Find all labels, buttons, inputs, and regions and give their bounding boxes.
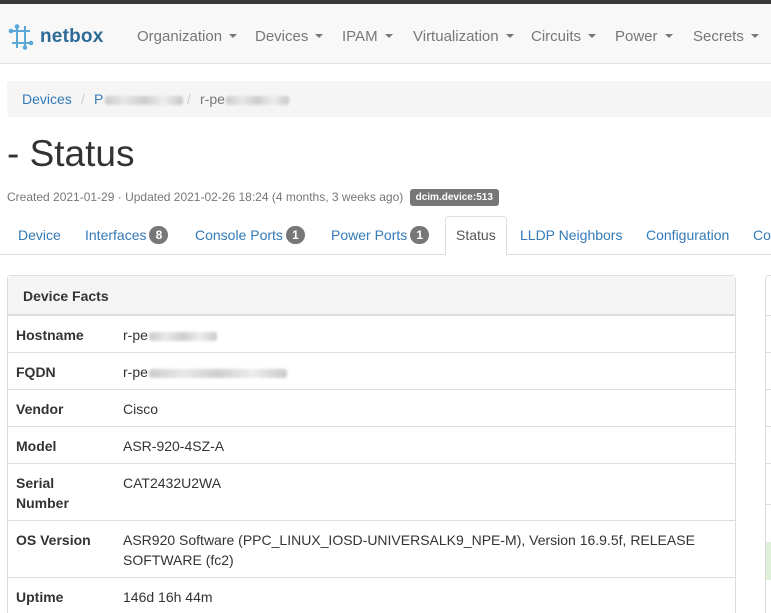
tab-label: Status	[456, 227, 496, 243]
caret-down-icon	[315, 34, 324, 39]
fact-value: Cisco	[123, 401, 159, 417]
divider	[766, 315, 771, 316]
fact-value: CAT2432U2WA	[123, 475, 222, 491]
fact-value: ASR920 Software (PPC_LINUX_IOSD-UNIVERSA…	[123, 532, 695, 568]
table-row: Vendor Cisco	[8, 389, 735, 426]
page-title: - Status	[7, 133, 135, 174]
divider	[766, 352, 771, 353]
hostname-prefix: r-pe	[123, 327, 148, 343]
fact-key: Hostname	[16, 327, 84, 343]
nav-secrets[interactable]: Secrets	[693, 28, 759, 45]
tab-label: LLDP Neighbors	[520, 227, 623, 243]
tab-power-ports[interactable]: Power Ports 1	[331, 216, 430, 255]
divider	[766, 504, 771, 505]
caret-down-icon	[664, 34, 673, 39]
nav-power[interactable]: Power	[615, 28, 673, 45]
breadcrumb-site-initial: P	[94, 91, 104, 107]
table-row: FQDN r-pe	[8, 352, 735, 389]
tab-label: Power Ports	[331, 227, 408, 243]
tab-configuration[interactable]: Configuration	[646, 216, 729, 255]
page-meta: Created 2021-01-29 · Updated 2021-02-26 …	[7, 189, 499, 207]
tab-label: Configuration	[646, 227, 730, 243]
device-facts-panel: Device Facts Hostname r-pe FQDN r-pe Ven…	[7, 275, 736, 613]
divider	[766, 463, 771, 464]
breadcrumb-separator: /	[187, 91, 191, 107]
fact-key: Uptime	[16, 589, 64, 605]
tab-interfaces[interactable]: Interfaces 8	[85, 216, 169, 255]
caret-down-icon	[750, 34, 759, 39]
tab-label: Console Ports	[195, 227, 283, 243]
tab-status[interactable]: Status	[445, 216, 507, 256]
table-row: Hostname r-pe	[8, 315, 735, 352]
fact-value: r-pe	[123, 362, 723, 382]
nav-power-label: Power	[615, 28, 658, 45]
nav-organization-label: Organization	[137, 28, 223, 45]
nav-ipam[interactable]: IPAM	[342, 28, 393, 45]
brand-name: netbox	[40, 26, 104, 47]
table-row: OS Version ASR920 Software (PPC_LINUX_IO…	[8, 520, 735, 577]
breadcrumb-separator: /	[81, 91, 85, 107]
nav-secrets-label: Secrets	[693, 28, 744, 45]
breadcrumb: Devices / P / r-pe	[7, 81, 771, 117]
nav-circuits-label: Circuits	[531, 28, 582, 45]
breadcrumb-devices[interactable]: Devices	[22, 91, 72, 107]
redacted-text	[148, 331, 217, 341]
caret-down-icon	[384, 34, 393, 39]
success-row	[766, 542, 771, 580]
caret-down-icon	[505, 34, 514, 39]
nav-virtualization[interactable]: Virtualization	[413, 28, 514, 45]
fact-key: OS Version	[16, 532, 91, 548]
object-id-badge: dcim.device:513	[409, 189, 499, 206]
fact-value: ASR-920-4SZ-A	[123, 438, 225, 454]
nav-devices-label: Devices	[255, 28, 309, 45]
nav-virtualization-label: Virtualization	[413, 28, 499, 45]
breadcrumb-site[interactable]: P	[94, 91, 184, 107]
side-panel-edge	[765, 275, 771, 613]
device-tabs: Device Interfaces 8 Console Ports 1 Power …	[0, 216, 771, 256]
redacted-text	[225, 95, 289, 105]
caret-down-icon	[229, 34, 238, 39]
count-badge: 1	[285, 226, 305, 245]
nav-ipam-label: IPAM	[342, 28, 378, 45]
fact-key: Serial Number	[16, 475, 69, 511]
fact-key: Model	[16, 438, 57, 454]
tab-more[interactable]: Co	[753, 216, 771, 255]
caret-down-icon	[588, 34, 597, 39]
nav-circuits[interactable]: Circuits	[531, 28, 597, 45]
fact-key: FQDN	[16, 364, 56, 380]
divider	[766, 389, 771, 390]
fact-key: Vendor	[16, 401, 64, 417]
brand-logo[interactable]: netbox	[8, 23, 103, 51]
tab-console-ports[interactable]: Console Ports 1	[195, 216, 305, 255]
tab-label: Interfaces	[85, 227, 147, 243]
tab-label: Device	[18, 227, 61, 243]
count-badge: 8	[149, 226, 169, 245]
breadcrumb-device: r-pe	[200, 91, 289, 107]
redacted-text	[148, 368, 287, 378]
tab-label: Co	[753, 227, 771, 243]
fqdn-prefix: r-pe	[123, 364, 148, 380]
redacted-text	[105, 95, 184, 105]
navbar: netbox Organization Devices IPAM Virtual…	[0, 4, 771, 64]
fact-value: r-pe	[123, 325, 723, 345]
table-row: Serial Number CAT2432U2WA	[8, 463, 735, 520]
table-row: Model ASR-920-4SZ-A	[8, 426, 735, 463]
count-badge: 1	[410, 226, 430, 245]
divider	[766, 426, 771, 427]
created-updated-text: Created 2021-01-29 · Updated 2021-02-26 …	[7, 190, 404, 204]
nav-devices[interactable]: Devices	[255, 28, 324, 45]
breadcrumb-device-prefix: r-pe	[200, 91, 225, 107]
panel-heading: Device Facts	[8, 276, 735, 315]
netbox-logo-icon	[8, 24, 34, 50]
tab-lldp-neighbors[interactable]: LLDP Neighbors	[520, 216, 622, 255]
nav-organization[interactable]: Organization	[137, 28, 238, 45]
table-row: Uptime 146d 16h 44m	[8, 577, 735, 613]
fact-value: 146d 16h 44m	[123, 589, 213, 605]
tab-device[interactable]: Device	[18, 216, 61, 255]
